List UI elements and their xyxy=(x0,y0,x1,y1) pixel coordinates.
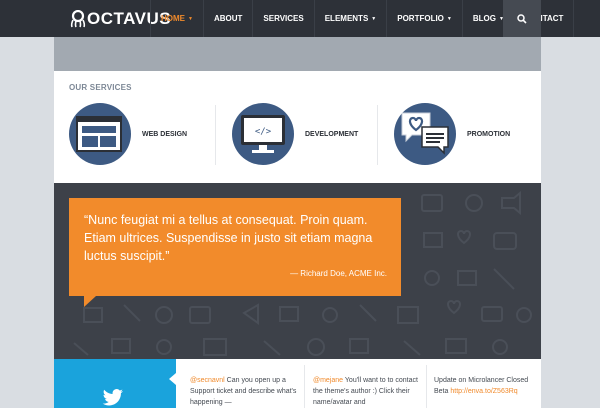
services-title: OUR SERVICES xyxy=(69,83,132,92)
testimonial-quote: “Nunc feugiat mi a tellus at consequat. … xyxy=(84,213,373,263)
search-button[interactable] xyxy=(503,0,541,37)
nav-home-label: HOME xyxy=(161,14,185,23)
nav-elements-label: ELEMENTS xyxy=(324,14,369,23)
nav-portfolio-label: PORTFOLIO xyxy=(397,14,444,23)
twitter-feed-section: @secnavnl Can you open up a Support tick… xyxy=(54,359,541,408)
nav-services[interactable]: SERVICES xyxy=(252,0,313,37)
chat-heart-icon xyxy=(394,103,456,165)
service-label: WEB DESIGN xyxy=(142,130,188,138)
chevron-down-icon: ▼ xyxy=(371,15,377,22)
nav-about[interactable]: ABOUT xyxy=(202,0,252,37)
tweet-item: @secnavnl Can you open up a Support tick… xyxy=(190,375,300,408)
testimonial-author: — Richard Doe, ACME Inc. xyxy=(290,269,387,278)
chevron-down-icon: ▼ xyxy=(188,15,193,22)
nav-portfolio[interactable]: PORTFOLIO ▼ xyxy=(386,0,462,37)
tweet-item: @mejane You'll want to to contact the th… xyxy=(313,375,423,408)
web-layout-icon xyxy=(69,103,131,165)
nav-home[interactable]: HOME ▼ xyxy=(150,0,203,37)
hero-banner xyxy=(54,37,541,71)
svg-text:</>: </> xyxy=(255,127,272,137)
octopus-logo-icon xyxy=(70,10,86,28)
code-monitor-icon: </> xyxy=(232,103,294,165)
testimonial-quote-box: “Nunc feugiat mi a tellus at consequat. … xyxy=(69,198,401,296)
top-navigation-bar: OCTAVUS HOME ▼ ABOUT SERVICES ELEMENTS ▼… xyxy=(0,0,600,37)
service-divider xyxy=(377,105,378,165)
tweet-handle[interactable]: @secnavnl xyxy=(190,377,225,384)
tweet-pointer xyxy=(169,373,176,385)
service-label: PROMOTION xyxy=(467,130,511,138)
testimonial-section: “Nunc feugiat mi a tellus at consequat. … xyxy=(54,183,541,359)
service-divider xyxy=(215,105,216,165)
service-promotion[interactable]: PROMOTION xyxy=(394,103,510,165)
search-icon xyxy=(517,13,527,24)
nav-blog-label: BLOG xyxy=(472,14,496,23)
quote-tail xyxy=(84,296,96,307)
tweet-item: Update on Microlancer Closed Beta http:/… xyxy=(434,375,544,397)
nav-elements[interactable]: ELEMENTS ▼ xyxy=(313,0,387,37)
tweet-divider xyxy=(304,365,305,408)
tweet-handle[interactable]: @mejane xyxy=(313,377,343,384)
service-web-design[interactable]: WEB DESIGN xyxy=(69,103,187,165)
chevron-down-icon: ▼ xyxy=(446,15,452,22)
tweet-divider xyxy=(426,365,427,408)
service-development[interactable]: </> DEVELOPMENT xyxy=(232,103,358,165)
service-label: DEVELOPMENT xyxy=(305,130,359,138)
nav-services-label: SERVICES xyxy=(263,14,304,23)
twitter-block xyxy=(54,359,176,408)
services-section: OUR SERVICES WEB DESIGN </> DEVELOPMENT xyxy=(54,71,541,183)
tweet-link[interactable]: http://enva.to/Z563Rq xyxy=(450,388,517,395)
nav-about-label: ABOUT xyxy=(213,14,243,23)
twitter-bird-icon[interactable] xyxy=(102,389,124,407)
